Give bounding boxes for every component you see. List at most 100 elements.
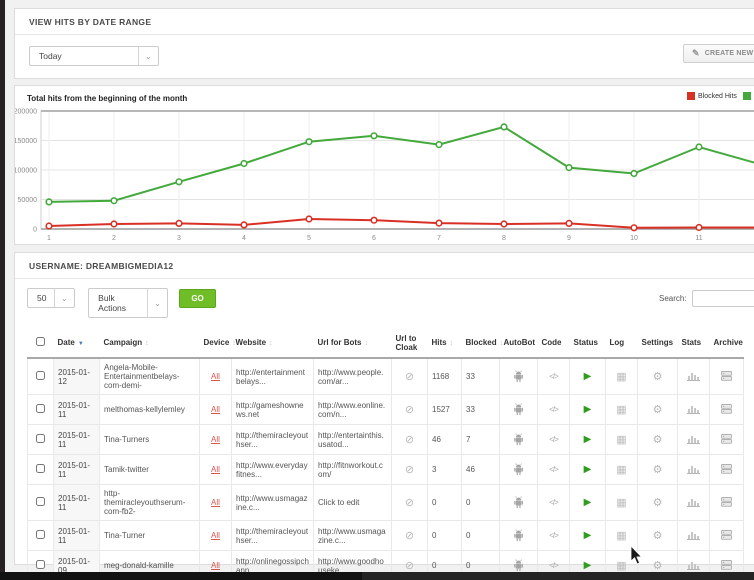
- device-link[interactable]: All: [211, 531, 220, 540]
- search-input[interactable]: [692, 290, 754, 307]
- table-row: 2015-01-11 http-themiracleyouthserum-com…: [28, 485, 744, 521]
- status-play-icon[interactable]: ▶: [584, 404, 592, 415]
- col-date[interactable]: Date▼: [54, 328, 100, 358]
- log-icon[interactable]: ▦: [616, 560, 626, 572]
- col-code: Code: [538, 328, 570, 358]
- log-icon[interactable]: ▦: [616, 371, 626, 383]
- archive-icon[interactable]: [720, 559, 733, 571]
- col-url-for-bots[interactable]: Url for Bots↕: [314, 328, 392, 358]
- status-play-icon[interactable]: ▶: [584, 497, 592, 508]
- settings-gear-icon[interactable]: ⚙: [653, 464, 663, 476]
- row-checkbox[interactable]: [36, 530, 45, 539]
- col-campaign[interactable]: Campaign↕: [100, 328, 200, 358]
- go-button[interactable]: GO: [179, 289, 215, 308]
- cell-url-for-bots[interactable]: http://fitnworkout.com/: [314, 455, 392, 485]
- autobot-android-icon[interactable]: [512, 528, 525, 542]
- stats-bar-chart-icon[interactable]: [687, 403, 700, 414]
- archive-icon[interactable]: [720, 529, 733, 541]
- settings-gear-icon[interactable]: ⚙: [653, 371, 663, 383]
- settings-gear-icon[interactable]: ⚙: [653, 560, 663, 572]
- stats-bar-chart-icon[interactable]: [687, 433, 700, 444]
- code-icon[interactable]: </>: [549, 531, 558, 540]
- code-icon[interactable]: </>: [549, 561, 558, 570]
- settings-gear-icon[interactable]: ⚙: [653, 530, 663, 542]
- log-icon[interactable]: ▦: [616, 464, 626, 476]
- no-cloak-icon[interactable]: ⊘: [405, 404, 414, 416]
- no-cloak-icon[interactable]: ⊘: [405, 530, 414, 542]
- device-link[interactable]: All: [211, 435, 220, 444]
- no-cloak-icon[interactable]: ⊘: [405, 497, 414, 509]
- log-icon[interactable]: ▦: [616, 434, 626, 446]
- autobot-android-icon[interactable]: [512, 558, 525, 572]
- cell-url-for-bots[interactable]: http://www.people.com/ar...: [314, 358, 392, 395]
- stats-bar-chart-icon[interactable]: [687, 559, 700, 570]
- page-size-select[interactable]: 50 ⌄: [27, 288, 75, 308]
- no-cloak-icon[interactable]: ⊘: [405, 371, 414, 383]
- log-icon[interactable]: ▦: [616, 404, 626, 416]
- no-cloak-icon[interactable]: ⊘: [405, 560, 414, 572]
- device-link[interactable]: All: [211, 405, 220, 414]
- status-play-icon[interactable]: ▶: [584, 464, 592, 475]
- device-link[interactable]: All: [211, 561, 220, 570]
- status-play-icon[interactable]: ▶: [584, 434, 592, 445]
- stats-bar-chart-icon[interactable]: [687, 463, 700, 474]
- no-cloak-icon[interactable]: ⊘: [405, 434, 414, 446]
- code-icon[interactable]: </>: [549, 435, 558, 444]
- row-checkbox[interactable]: [36, 371, 45, 380]
- autobot-android-icon[interactable]: [512, 462, 525, 476]
- archive-icon[interactable]: [720, 403, 733, 415]
- archive-icon[interactable]: [720, 463, 733, 475]
- status-play-icon[interactable]: ▶: [584, 530, 592, 541]
- archive-icon[interactable]: [720, 433, 733, 445]
- status-play-icon[interactable]: ▶: [584, 371, 592, 382]
- no-cloak-icon[interactable]: ⊘: [405, 464, 414, 476]
- col-hits[interactable]: Hits↕: [428, 328, 462, 358]
- stats-bar-chart-icon[interactable]: [687, 496, 700, 507]
- settings-gear-icon[interactable]: ⚙: [653, 497, 663, 509]
- status-play-icon[interactable]: ▶: [584, 560, 592, 571]
- code-icon[interactable]: </>: [549, 465, 558, 474]
- archive-icon[interactable]: [720, 496, 733, 508]
- col-log: Log: [606, 328, 638, 358]
- autobot-android-icon[interactable]: [512, 369, 525, 383]
- col-blocked[interactable]: Blocked↕: [462, 328, 500, 358]
- cell-url-for-bots[interactable]: http://www.eonline.com/n...: [314, 395, 392, 425]
- col-status: Status: [570, 328, 606, 358]
- row-checkbox[interactable]: [36, 560, 45, 569]
- cell-url-for-bots[interactable]: http://www.usmagazine.c...: [314, 521, 392, 551]
- archive-icon[interactable]: [720, 370, 733, 382]
- cell-url-for-bots[interactable]: http://entertainthis.usatod...: [314, 425, 392, 455]
- bulk-actions-select[interactable]: Bulk Actions ⌄: [88, 288, 168, 318]
- table-controls: 50 ⌄ Bulk Actions ⌄ GO Search:: [15, 279, 754, 326]
- cell-url-for-bots[interactable]: Click to edit: [314, 485, 392, 521]
- svg-text:100000: 100000: [15, 168, 37, 175]
- device-link[interactable]: All: [211, 465, 220, 474]
- code-icon[interactable]: </>: [549, 372, 558, 381]
- col-device[interactable]: Device↕: [200, 328, 232, 358]
- code-icon[interactable]: </>: [549, 498, 558, 507]
- chart-legend: Blocked HitsVisitors: [687, 92, 754, 100]
- settings-gear-icon[interactable]: ⚙: [653, 434, 663, 446]
- autobot-android-icon[interactable]: [512, 495, 525, 509]
- row-checkbox[interactable]: [36, 404, 45, 413]
- row-checkbox[interactable]: [36, 434, 45, 443]
- cell-date: 2015-01-11: [54, 521, 100, 551]
- stats-bar-chart-icon[interactable]: [687, 370, 700, 381]
- log-icon[interactable]: ▦: [616, 497, 626, 509]
- code-icon[interactable]: </>: [549, 405, 558, 414]
- select-all-checkbox[interactable]: [36, 337, 45, 346]
- device-link[interactable]: All: [211, 498, 220, 507]
- autobot-android-icon[interactable]: [512, 402, 525, 416]
- cell-hits: 0: [428, 485, 462, 521]
- stats-bar-chart-icon[interactable]: [687, 529, 700, 540]
- device-link[interactable]: All: [211, 372, 220, 381]
- settings-gear-icon[interactable]: ⚙: [653, 404, 663, 416]
- autobot-android-icon[interactable]: [512, 432, 525, 446]
- row-checkbox[interactable]: [36, 497, 45, 506]
- col-website[interactable]: Website↕: [232, 328, 314, 358]
- log-icon[interactable]: ▦: [616, 530, 626, 542]
- date-range-select[interactable]: Today ⌄: [29, 46, 159, 66]
- row-checkbox[interactable]: [36, 464, 45, 473]
- create-new-campaign-button[interactable]: ✎ CREATE NEW CAMPAIGN: [683, 44, 754, 63]
- username-heading: USERNAME: DREAMBIGMEDIA12: [15, 253, 754, 279]
